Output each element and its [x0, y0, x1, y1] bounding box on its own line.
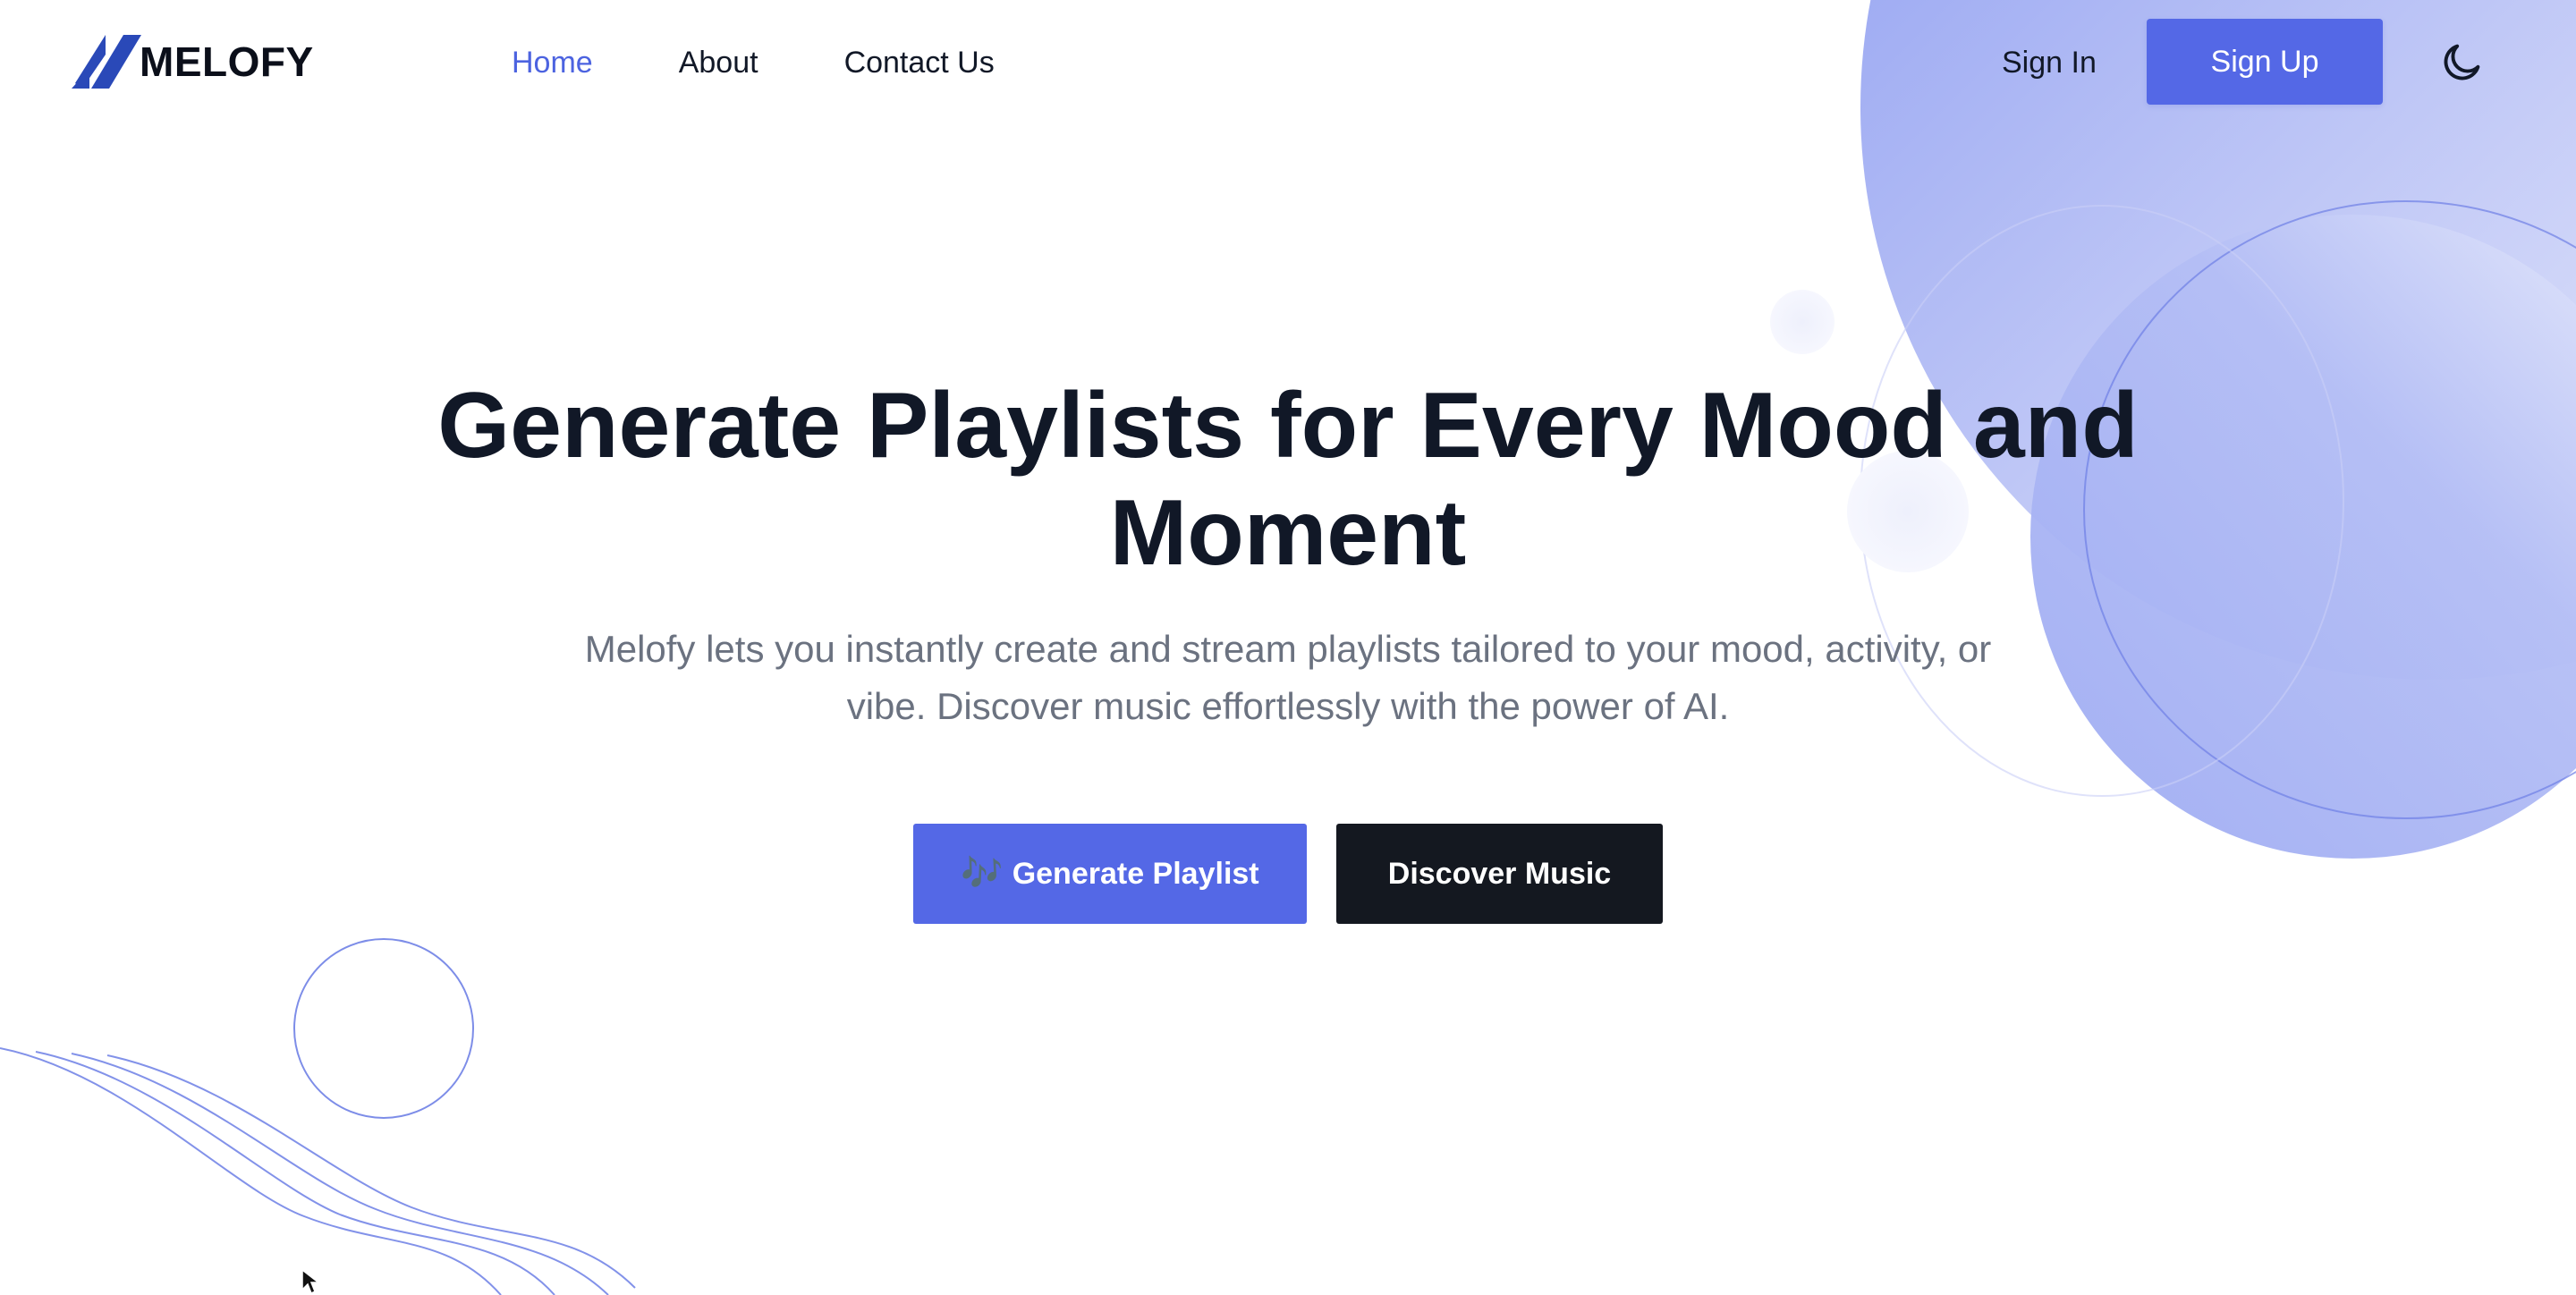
- brand-name: MELOFY: [140, 38, 314, 85]
- nav-link-contact[interactable]: Contact Us: [844, 46, 995, 80]
- landing-page: MELOFY Home About Contact Us Sign In Sig…: [0, 0, 2576, 1295]
- site-header: MELOFY Home About Contact Us Sign In Sig…: [0, 0, 2576, 125]
- mouse-cursor-icon: [301, 1268, 321, 1295]
- music-notes-icon: 🎶: [961, 855, 1004, 893]
- logo-link[interactable]: MELOFY: [70, 30, 314, 93]
- sign-up-button[interactable]: Sign Up: [2147, 19, 2383, 105]
- theme-toggle-button[interactable]: [2435, 36, 2488, 89]
- hero-subtitle: Melofy lets you instantly create and str…: [584, 628, 1992, 727]
- hero-title: Generate Playlists for Every Mood and Mo…: [437, 374, 2139, 585]
- moon-icon: [2444, 44, 2480, 80]
- sign-in-link[interactable]: Sign In: [2002, 39, 2097, 86]
- discover-music-button[interactable]: Discover Music: [1336, 824, 1663, 924]
- nav-link-home[interactable]: Home: [512, 46, 593, 80]
- main-nav: Home About Contact Us: [512, 39, 1080, 86]
- nav-link-about[interactable]: About: [679, 46, 758, 80]
- logo-icon: [72, 35, 141, 89]
- generate-playlist-label: Generate Playlist: [1012, 856, 1259, 891]
- generate-playlist-button[interactable]: 🎶 Generate Playlist: [913, 824, 1307, 924]
